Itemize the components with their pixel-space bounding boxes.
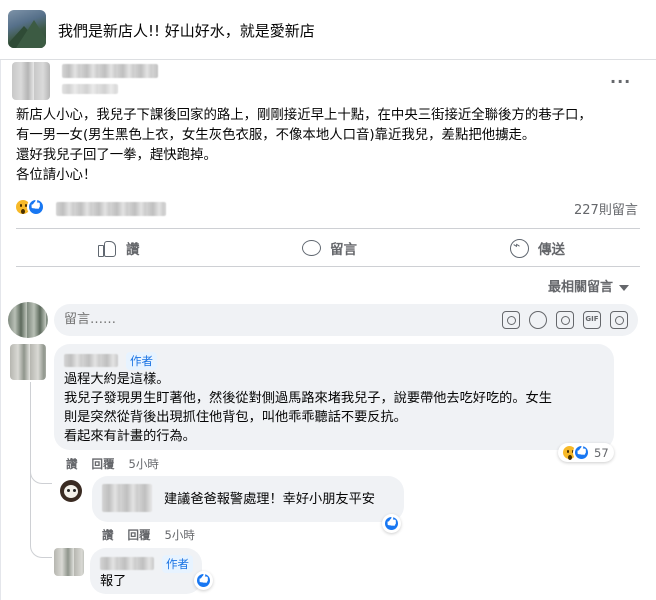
thread-line (30, 382, 31, 482)
mountain-shape (16, 20, 46, 48)
send-button-label: 傳送 (538, 242, 565, 258)
comment-button[interactable]: 留言 (302, 236, 357, 260)
group-header: 我們是新店人!! 好山好水，就是愛新店 (0, 0, 656, 60)
post-line: 還好我兒子回了一拳，趕快跑掉。 (16, 148, 217, 163)
commenter-name-blurred[interactable] (102, 484, 152, 512)
commenter-name-blurred[interactable] (64, 354, 118, 367)
send-button[interactable]: 傳送 (510, 236, 565, 260)
post-body: 新店人小心，我兒子下課後回家的路上，剛剛接近早上十點，在中央三街接近全聯後方的巷… (16, 106, 646, 186)
gif-icon[interactable]: GIF (583, 311, 601, 329)
comment-line: 我兒子發現男生盯著他，然後從對側過馬路來堵我兒子，說要帶他去吃好吃的。女生 (64, 391, 552, 406)
comment-time[interactable]: 5小時 (129, 457, 159, 471)
more-dots-icon[interactable]: ··· (610, 72, 631, 91)
like-reaction-icon (195, 572, 212, 589)
sticker-icon[interactable] (502, 311, 520, 329)
post-border (0, 60, 1, 600)
post-reactions[interactable] (14, 196, 45, 218)
comment-reactions[interactable] (194, 571, 213, 590)
comment-count[interactable]: 227則留言 (574, 199, 638, 218)
post-author-name-blurred[interactable] (62, 64, 158, 78)
divider (16, 266, 640, 267)
comment-line: 則是突然從背後出現抓住他背包，叫他乖乖聽話不要反抗。 (64, 410, 407, 425)
comment-text: 建議爸爸報警處理！幸好小朋友平安 (164, 492, 375, 507)
post-line: 新店人小心，我兒子下課後回家的路上，剛剛接近早上十點，在中央三街接近全聯後方的巷… (16, 108, 592, 123)
comment-reactions[interactable] (382, 514, 401, 533)
thread-connector (30, 470, 52, 558)
post-author-avatar[interactable] (12, 62, 50, 100)
thumbs-up-icon (98, 239, 116, 257)
like-button[interactable]: 讚 (98, 236, 140, 260)
comment-reply-link[interactable]: 回覆 (92, 457, 115, 471)
author-badge: 作者 (162, 554, 193, 573)
comment-time[interactable]: 5小時 (165, 528, 195, 542)
comment-input[interactable] (64, 312, 364, 327)
author-badge: 作者 (126, 351, 157, 370)
comment-button-label: 留言 (330, 242, 357, 258)
comment-like-link[interactable]: 讚 (102, 528, 114, 542)
commenter-avatar[interactable] (54, 548, 84, 576)
post-line: 各位請小心！ (16, 168, 97, 183)
commenter-avatar[interactable] (10, 344, 46, 380)
comment-like-link[interactable]: 讚 (66, 457, 78, 471)
comment-bubble-icon (302, 239, 321, 257)
comment-bubble: 作者 過程大約是這樣。 我兒子發現男生盯著他，然後從對側過馬路來堵我兒子，說要帶… (54, 344, 614, 450)
divider (16, 228, 640, 229)
post-line: 有一男一女(男生黑色上衣，女生灰色衣服，不像本地人口音)靠近我兒，差點把他擄走。 (16, 128, 536, 143)
comment-bubble: 建議爸爸報警處理！幸好小朋友平安 (92, 476, 404, 522)
comment-actions: 讚回覆 5小時 (66, 456, 173, 472)
post-meta-blurred (62, 84, 118, 94)
comment-line: 過程大約是這樣。 (64, 372, 170, 387)
comment-sort-dropdown[interactable]: 最相關留言 (548, 276, 630, 295)
messenger-icon (510, 238, 529, 258)
like-reaction-icon (27, 197, 45, 216)
camera-icon[interactable] (556, 311, 574, 329)
comment-reply-link[interactable]: 回覆 (128, 528, 151, 542)
reactor-names-blurred[interactable] (56, 202, 166, 216)
comment-header: 作者 (100, 553, 193, 573)
commenter-avatar[interactable] (60, 480, 82, 502)
commenter-name-blurred[interactable] (100, 557, 154, 570)
composer-icons: GIF (502, 311, 628, 329)
comment-header: 作者 (64, 350, 157, 370)
like-reaction-icon (383, 515, 400, 532)
comment-actions: 讚回覆 5小時 (102, 527, 209, 543)
sort-label: 最相關留言 (548, 280, 614, 295)
comment-bubble: 作者 報了 (90, 548, 202, 594)
comment-composer[interactable]: GIF (54, 304, 638, 336)
comment-reactions[interactable]: 57 (558, 443, 614, 462)
like-reaction-icon (573, 444, 590, 461)
like-button-label: 讚 (126, 242, 140, 258)
reaction-count: 57 (594, 445, 609, 460)
comment-text: 過程大約是這樣。 我兒子發現男生盯著他，然後從對側過馬路來堵我兒子，說要帶他去吃… (64, 370, 552, 446)
current-user-avatar[interactable] (8, 302, 48, 338)
emoji-icon[interactable] (529, 311, 547, 329)
comment-line: 看起來有計畫的行為。 (64, 429, 196, 444)
group-thumbnail[interactable] (8, 10, 46, 48)
comment-text: 報了 (100, 574, 127, 589)
group-title[interactable]: 我們是新店人!! 好山好水，就是愛新店 (58, 20, 315, 41)
avatar-sticker-icon[interactable] (610, 311, 628, 329)
chevron-down-icon (619, 284, 630, 291)
